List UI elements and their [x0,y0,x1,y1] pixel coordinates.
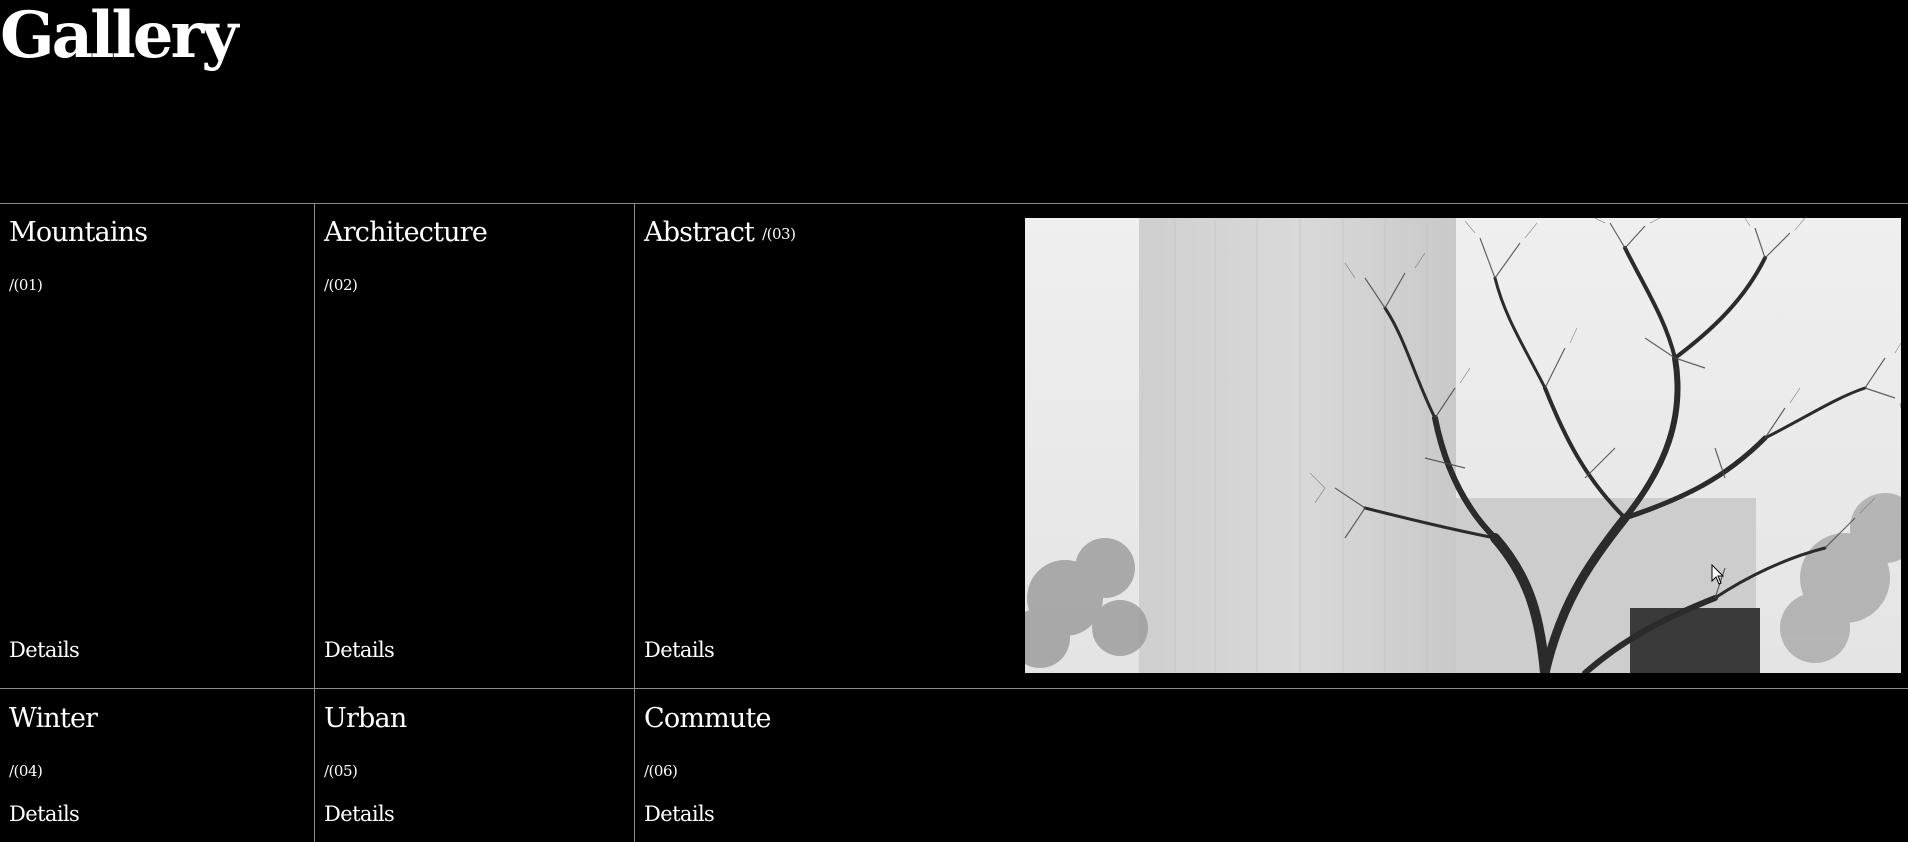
details-link[interactable]: Details [324,638,395,662]
item-index: /(01) [9,276,43,294]
item-title-row: Abstract /(03) [644,217,796,248]
item-title: Winter [9,703,98,734]
details-link[interactable]: Details [324,802,395,826]
details-link[interactable]: Details [9,638,80,662]
gallery-item-urban[interactable]: Urban /(05) Details [315,689,634,842]
item-title: Mountains [9,217,148,248]
gallery-page: Gallery Mountains /(01) Details Architec… [0,0,1908,842]
preview-photo[interactable] [1025,218,1901,673]
details-link[interactable]: Details [644,638,715,662]
item-title: Abstract [644,217,755,248]
item-index: /(04) [9,762,43,780]
page-title: Gallery [0,0,238,73]
gallery-item-winter[interactable]: Winter /(04) Details [0,689,314,842]
item-index: /(03) [762,225,796,243]
item-title: Commute [644,703,772,734]
gallery-item-abstract[interactable]: Abstract /(03) Details [635,203,1015,688]
item-index: /(05) [324,762,358,780]
item-index: /(06) [644,762,678,780]
gallery-item-commute[interactable]: Commute /(06) Details [635,689,1015,842]
gallery-item-mountains[interactable]: Mountains /(01) Details [0,203,314,688]
item-title: Urban [324,703,407,734]
item-title: Architecture [324,217,488,248]
details-link[interactable]: Details [644,802,715,826]
bare-tree-building-image [1025,218,1901,673]
item-index: /(02) [324,276,358,294]
gallery-item-architecture[interactable]: Architecture /(02) Details [315,203,634,688]
mouse-cursor-icon [1711,564,1725,585]
details-link[interactable]: Details [9,802,80,826]
